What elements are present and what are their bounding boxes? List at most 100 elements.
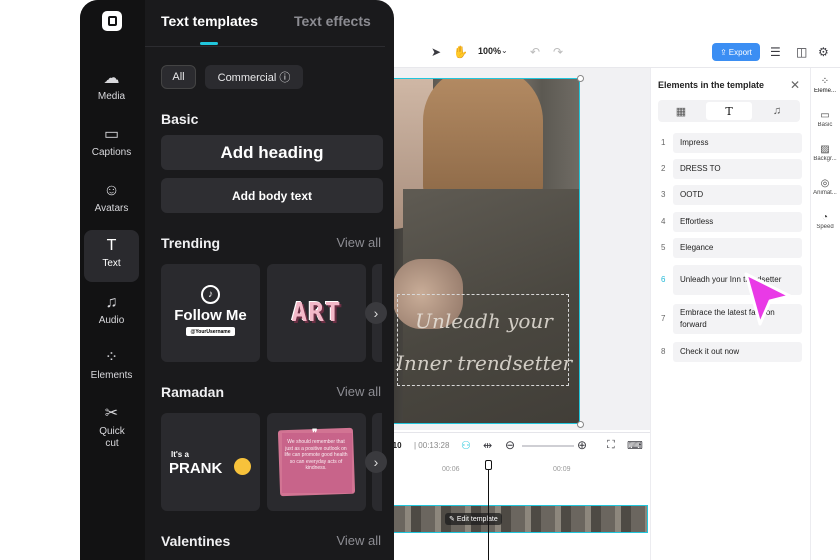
- element-label[interactable]: DRESS TO: [673, 159, 802, 179]
- add-heading-button[interactable]: Add heading: [161, 135, 383, 170]
- rail-item-animation[interactable]: ◎ Animat...: [810, 178, 840, 196]
- art-text: ART: [291, 298, 342, 328]
- zoom-in-icon[interactable]: ⊕: [577, 438, 587, 452]
- element-label[interactable]: Check it out now: [673, 342, 802, 362]
- layers-icon[interactable]: ☰: [770, 45, 781, 59]
- tab-text-templates[interactable]: Text templates: [161, 13, 258, 29]
- laughing-emoji-icon: [234, 458, 251, 475]
- element-row[interactable]: 2 DRESS TO: [658, 159, 802, 179]
- upload-icon: ⇪: [720, 47, 727, 57]
- select-arrow-icon[interactable]: ➤: [431, 45, 441, 59]
- nav-label: Quick cut: [99, 426, 125, 449]
- rail-item-elements[interactable]: ⁘ Eleme...: [810, 76, 840, 94]
- export-button[interactable]: ⇪ Export: [712, 43, 760, 61]
- hand-icon[interactable]: ✋: [453, 45, 468, 59]
- template-thumb-quote[interactable]: ❞ We should remember that just as a posi…: [267, 413, 366, 511]
- nav-item-elements[interactable]: ⁘ Elements: [84, 349, 139, 389]
- elements-icon: ⁘: [820, 76, 830, 87]
- video-track[interactable]: [390, 505, 648, 533]
- elements-icon: ⁘: [104, 349, 119, 366]
- nav-item-text[interactable]: T Text: [84, 230, 139, 282]
- resize-handle-top-right[interactable]: [577, 75, 584, 82]
- text-icon[interactable]: T: [706, 102, 752, 120]
- cloud-upload-icon: ☁: [103, 70, 120, 87]
- app-logo[interactable]: [102, 11, 122, 31]
- split-icon[interactable]: ⇹: [483, 439, 492, 452]
- follow-username: @YourUsername: [186, 327, 235, 336]
- layout-icon[interactable]: ◫: [796, 45, 807, 59]
- music-icon[interactable]: ♫: [754, 100, 800, 122]
- element-label[interactable]: Impress: [673, 133, 802, 153]
- rail-item-background[interactable]: ▨ Backgr...: [810, 144, 840, 162]
- playhead-handle[interactable]: [485, 460, 492, 470]
- view-all-link[interactable]: View all: [336, 384, 381, 399]
- nav-label: Text: [102, 258, 121, 269]
- element-label[interactable]: Elegance: [673, 238, 802, 258]
- element-row[interactable]: 1 Impress: [658, 133, 802, 153]
- ruler-mark: 00:09: [553, 466, 571, 473]
- nav-item-media[interactable]: ☁ Media: [84, 70, 139, 110]
- tab-text-effects[interactable]: Text effects: [294, 13, 371, 29]
- zoom-slider[interactable]: [522, 445, 574, 447]
- follow-title: Follow Me: [174, 307, 247, 324]
- rail-label: Animat...: [813, 190, 837, 196]
- pointer-cursor-icon: [744, 272, 792, 326]
- rail-item-basic[interactable]: ▭ Basic: [810, 110, 840, 128]
- elements-panel-title: Elements in the template: [658, 80, 765, 90]
- template-thumb-prank[interactable]: It's a PRANK: [161, 413, 260, 511]
- settings-icon[interactable]: ⚙: [818, 45, 829, 59]
- template-thumb-follow-me[interactable]: ♪ Follow Me @YourUsername: [161, 264, 260, 362]
- tab-divider: [145, 46, 385, 47]
- section-title-basic: Basic: [161, 111, 199, 127]
- zoom-out-icon[interactable]: ⊖: [505, 438, 515, 452]
- edit-icon: ✎: [449, 516, 455, 523]
- zoom-level[interactable]: 100%: [478, 46, 501, 56]
- element-label[interactable]: Effortless: [673, 212, 802, 232]
- chevron-right-icon[interactable]: ›: [365, 302, 387, 324]
- rail-item-speed[interactable]: ◔ Speed: [810, 212, 840, 230]
- tiktok-icon: ♪: [201, 285, 220, 304]
- text-icon: T: [106, 237, 117, 254]
- filter-chip-commercial[interactable]: Commercial ⓘ: [205, 65, 303, 89]
- film-icon[interactable]: ▦: [658, 100, 704, 122]
- nav-label: Media: [97, 91, 126, 102]
- playhead-line[interactable]: [488, 460, 489, 560]
- resize-handle-bottom-right[interactable]: [577, 421, 584, 428]
- close-icon[interactable]: ✕: [790, 78, 800, 92]
- rail-label: Eleme...: [813, 88, 836, 94]
- ai-icon[interactable]: ⚇: [461, 439, 471, 452]
- nav-item-audio[interactable]: ♫ Audio: [84, 294, 139, 334]
- element-row[interactable]: 8 Check it out now: [658, 342, 802, 362]
- redo-icon[interactable]: ↷: [553, 45, 563, 59]
- element-row[interactable]: 3 OOTD: [658, 185, 802, 205]
- element-row[interactable]: 4 Effortless: [658, 212, 802, 232]
- element-label[interactable]: OOTD: [673, 185, 802, 205]
- section-title-trending: Trending: [161, 235, 221, 251]
- element-row[interactable]: 5 Elegance: [658, 238, 802, 258]
- total-time: | 00:13:28: [414, 441, 450, 450]
- template-thumb-art[interactable]: ART: [267, 264, 366, 362]
- element-number: 4: [661, 217, 666, 226]
- rail-label: Backgr...: [813, 156, 837, 162]
- canvas-text[interactable]: Unleadh your Inner trendsetter: [394, 300, 574, 384]
- section-title-ramadan: Ramadan: [161, 384, 225, 400]
- nav-item-avatars[interactable]: ☺ Avatars: [84, 182, 139, 222]
- fullscreen-icon[interactable]: ⛶: [607, 439, 615, 452]
- chevron-down-icon[interactable]: ⌄: [501, 46, 508, 55]
- nav-item-captions[interactable]: ▭ Captions: [84, 126, 139, 166]
- edit-template-button[interactable]: ✎ Edit template: [445, 513, 502, 525]
- undo-icon[interactable]: ↶: [530, 45, 540, 59]
- element-number: 8: [661, 347, 666, 356]
- chevron-right-icon[interactable]: ›: [365, 451, 387, 473]
- add-body-text-button[interactable]: Add body text: [161, 178, 383, 213]
- nav-label: Audio: [98, 315, 125, 326]
- nav-item-quick-cut[interactable]: ✂ Quick cut: [84, 405, 139, 455]
- basic-icon: ▭: [820, 110, 830, 121]
- comment-icon[interactable]: ⌨: [627, 439, 643, 452]
- filter-chip-all[interactable]: All: [161, 65, 196, 89]
- figure-hair: [423, 79, 543, 199]
- view-all-link[interactable]: View all: [336, 235, 381, 250]
- export-label: Export: [728, 47, 752, 57]
- view-all-link[interactable]: View all: [336, 533, 381, 548]
- element-number: 3: [661, 190, 666, 199]
